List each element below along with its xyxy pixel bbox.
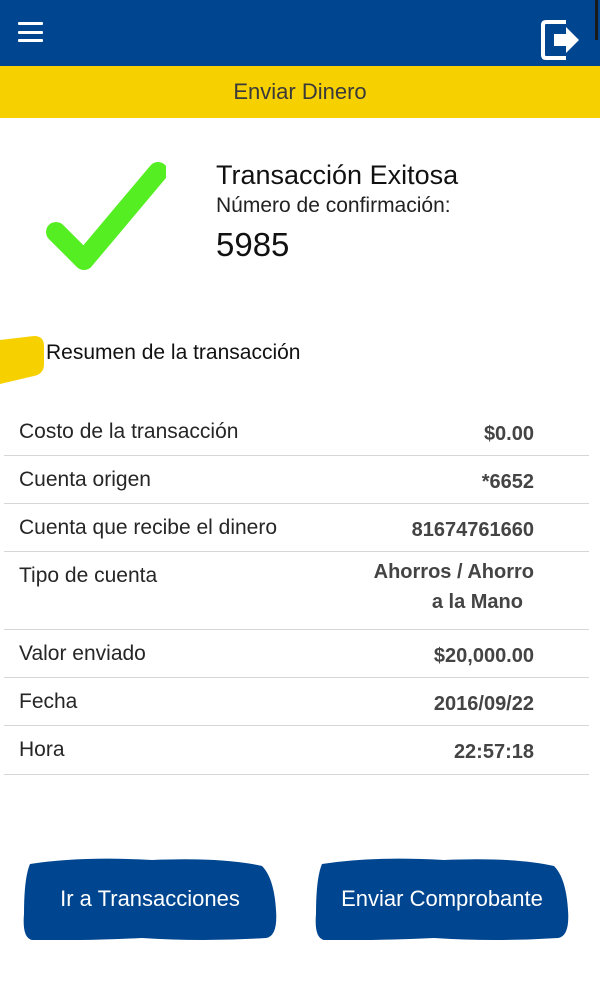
row-label: Costo de la transacción: [19, 420, 239, 443]
row-label: Fecha: [19, 690, 78, 713]
table-row: Cuenta origen *6652: [4, 456, 589, 504]
row-value: *6652: [481, 471, 534, 493]
row-value: 22:57:18: [453, 741, 534, 763]
row-value: $0.00: [483, 423, 534, 445]
table-row: Valor enviado $20,000.00: [4, 630, 589, 678]
page-title: Enviar Dinero: [233, 79, 367, 104]
hamburger-menu-icon[interactable]: [18, 22, 43, 44]
summary-table: Costo de la transacción $0.00 Cuenta ori…: [4, 408, 589, 775]
table-row: Cuenta que recibe el dinero 81674761660: [4, 504, 589, 552]
logout-icon[interactable]: [540, 18, 582, 62]
table-row: Tipo de cuenta Ahorros / Ahorro a la Man…: [4, 552, 589, 630]
row-label: Hora: [19, 738, 65, 761]
table-row: Costo de la transacción $0.00: [4, 408, 589, 456]
go-to-transactions-label: Ir a Transacciones: [60, 886, 240, 911]
row-value-line: Ahorros / Ahorro: [373, 561, 534, 583]
summary-title: Resumen de la transacción: [46, 341, 301, 364]
send-receipt-button[interactable]: Enviar Comprobante: [314, 858, 570, 940]
send-receipt-label: Enviar Comprobante: [341, 886, 543, 911]
row-label: Cuenta origen: [19, 468, 151, 491]
success-title: Transacción Exitosa: [216, 160, 459, 190]
row-value-line: a la Mano: [431, 591, 523, 613]
go-to-transactions-button[interactable]: Ir a Transacciones: [22, 858, 278, 940]
row-value: 2016/09/22: [433, 693, 534, 715]
table-row: Fecha 2016/09/22: [4, 678, 589, 726]
row-label: Valor enviado: [19, 642, 146, 665]
confirmation-number: 5985: [216, 226, 290, 263]
row-label: Cuenta que recibe el dinero: [19, 516, 278, 539]
section-header: Enviar Dinero: [0, 66, 600, 118]
top-app-bar: [0, 0, 600, 66]
row-label: Tipo de cuenta: [19, 564, 158, 587]
check-icon: [46, 162, 166, 270]
window-edge-line: [595, 0, 598, 40]
confirmation-label: Número de confirmación:: [216, 194, 451, 217]
section-marker-icon: [0, 336, 44, 384]
row-value: 81674761660: [411, 519, 534, 541]
table-row: Hora 22:57:18: [4, 726, 589, 775]
row-value: $20,000.00: [433, 645, 534, 667]
row-value: Ahorros / Ahorro a la Mano: [274, 557, 534, 617]
